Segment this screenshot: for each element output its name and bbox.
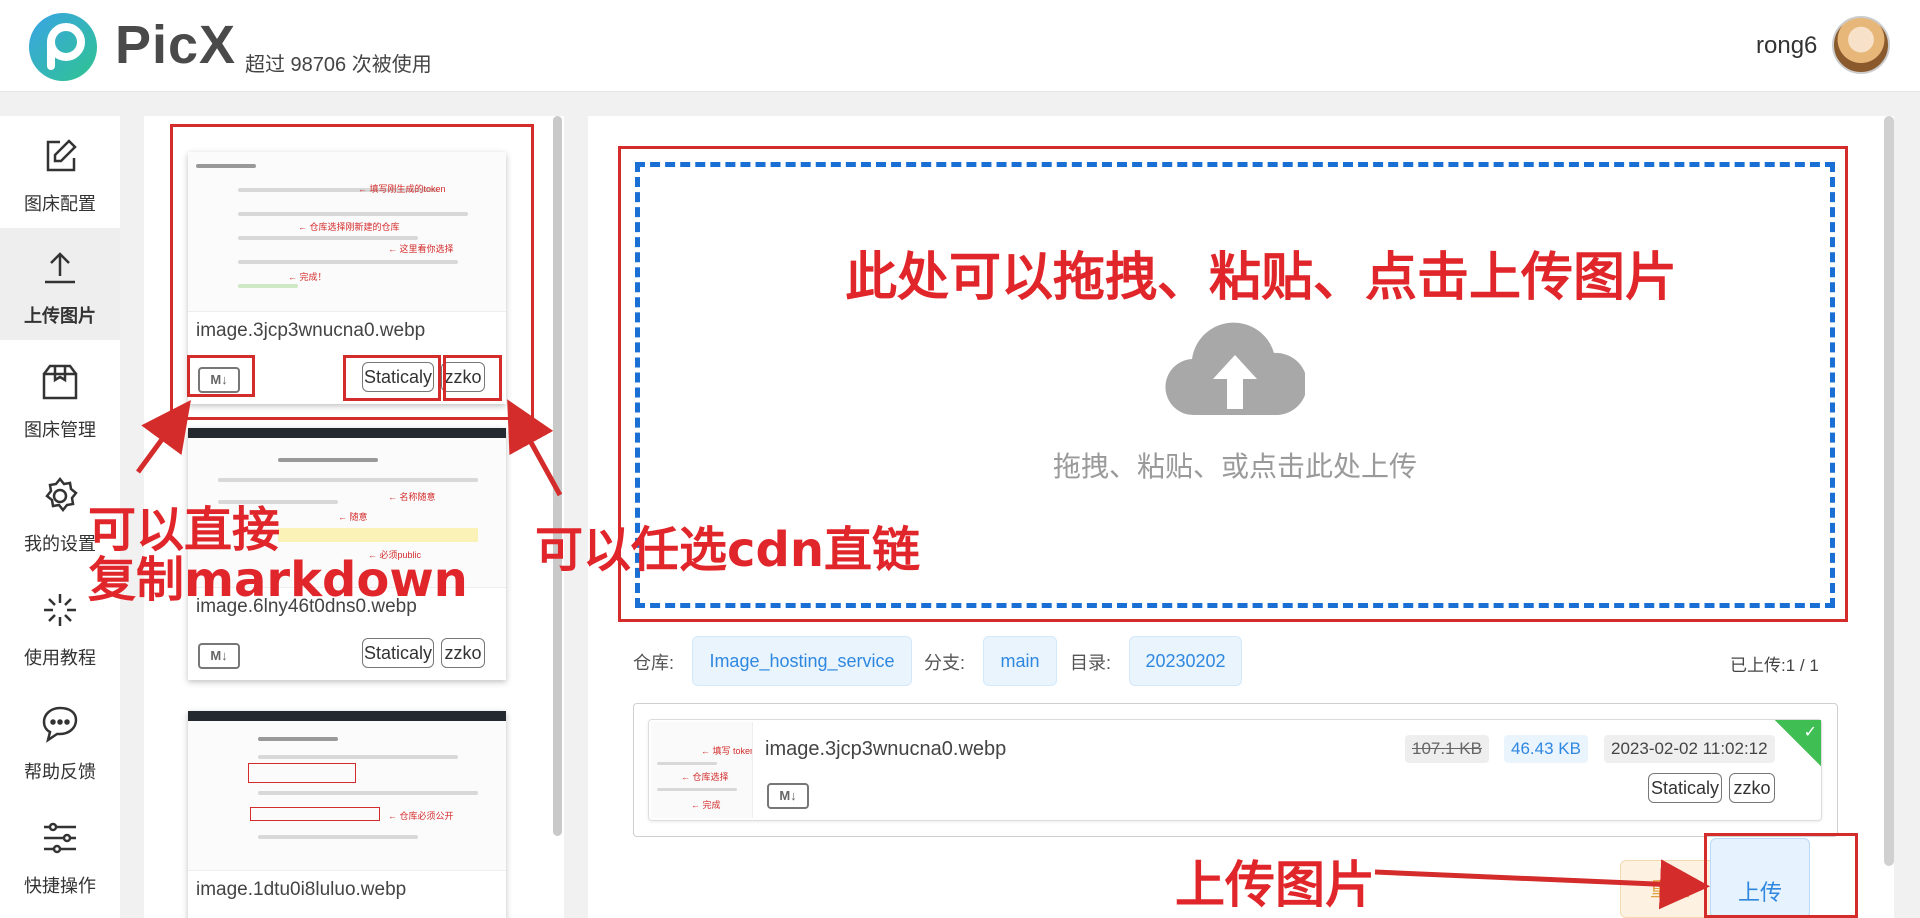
copy-markdown-button[interactable]: M↓: [767, 783, 809, 809]
picx-logo[interactable]: [28, 12, 98, 82]
image-card[interactable]: ← 仓库必须公开 image.1dtu0i8luluo.webp: [188, 711, 506, 918]
nav-label: 使用教程: [24, 648, 96, 668]
image-filename: image.3jcp3wnucna0.webp: [196, 320, 426, 341]
upload-item-filename: image.3jcp3wnucna0.webp: [765, 738, 1007, 760]
nav-label: 帮助反馈: [24, 762, 96, 782]
upload-success-mark: ✓: [1775, 720, 1821, 766]
image-preview[interactable]: ← 填写刚生成的token ← 仓库选择刚新建的仓库 ← 这里看你选择 ← 完成…: [188, 152, 506, 312]
directory-tag: 20230202: [1129, 636, 1242, 686]
chat-icon: [42, 706, 78, 743]
upload-icon: [45, 252, 75, 284]
box-icon: [42, 364, 78, 400]
image-preview[interactable]: ← 仓库必须公开: [188, 711, 506, 871]
annotation-upload-text: 上传图片: [1175, 856, 1375, 914]
cdn-zzko-button[interactable]: zzko: [441, 362, 485, 392]
nav-item-feedback[interactable]: 帮助反馈: [0, 684, 120, 796]
annotation-copy-md-line2: 复制markdown: [88, 552, 468, 608]
repo-label: 仓库:: [633, 653, 675, 673]
nav-item-upload[interactable]: 上传图片: [0, 228, 120, 340]
directory-label: 目录:: [1070, 653, 1112, 673]
repo-tag: Image_hosting_service: [692, 636, 912, 686]
main-scrollbar[interactable]: [1884, 116, 1894, 866]
annotation-dropzone-text: 此处可以拖拽、粘贴、点击上传图片: [845, 248, 1678, 308]
annotation-cdn-text: 可以任选cdn直链: [535, 522, 920, 578]
branch-label: 分支:: [924, 653, 966, 673]
username[interactable]: rong6: [1756, 32, 1817, 60]
image-filename: image.1dtu0i8luluo.webp: [196, 879, 407, 900]
upload-button[interactable]: 上传: [1710, 838, 1810, 918]
image-card[interactable]: ← 填写刚生成的token ← 仓库选择刚新建的仓库 ← 这里看你选择 ← 完成…: [188, 152, 506, 404]
copy-markdown-button[interactable]: M↓: [198, 367, 240, 393]
copy-markdown-button[interactable]: M↓: [198, 643, 240, 669]
cdn-staticaly-button[interactable]: Staticaly: [362, 362, 434, 392]
thumbnail-scrollbar[interactable]: [553, 116, 562, 836]
brand-name: PicX: [115, 15, 237, 75]
upload-timestamp: 2023-02-02 11:02:12: [1604, 735, 1775, 763]
nav-item-manage[interactable]: 图床管理: [0, 342, 120, 454]
cdn-zzko-button[interactable]: zzko: [441, 638, 485, 668]
edit-icon: [46, 139, 77, 172]
nav-item-shortcuts[interactable]: 快捷操作: [0, 798, 120, 910]
avatar[interactable]: [1832, 16, 1890, 74]
compressed-size-badge: 46.43 KB: [1504, 735, 1588, 763]
nav-item-config[interactable]: 图床配置: [0, 116, 120, 228]
nav-label: 图床配置: [24, 194, 96, 214]
app-header: PicX 超过 98706 次被使用 rong6: [0, 0, 1920, 92]
original-size-badge: 107.1 KB: [1405, 735, 1489, 763]
sliders-icon: [44, 822, 76, 854]
cdn-zzko-button[interactable]: zzko: [1729, 773, 1775, 803]
sparkle-icon: [44, 594, 76, 626]
uploaded-count: 已上传:1 / 1: [1730, 656, 1819, 675]
upload-item-preview[interactable]: ← 填写 token ← 仓库选择 ← 完成: [651, 722, 753, 818]
usage-count: 超过 98706 次被使用: [245, 54, 432, 76]
reset-button[interactable]: 重置: [1620, 860, 1720, 918]
gear-icon: [45, 476, 78, 513]
nav-label: 图床管理: [24, 420, 96, 440]
nav-label: 快捷操作: [24, 876, 96, 896]
nav-label: 上传图片: [24, 306, 96, 326]
cdn-staticaly-button[interactable]: Staticaly: [1648, 773, 1722, 803]
cdn-staticaly-button[interactable]: Staticaly: [362, 638, 434, 668]
check-icon: ✓: [1803, 724, 1817, 741]
branch-tag: main: [983, 636, 1057, 686]
